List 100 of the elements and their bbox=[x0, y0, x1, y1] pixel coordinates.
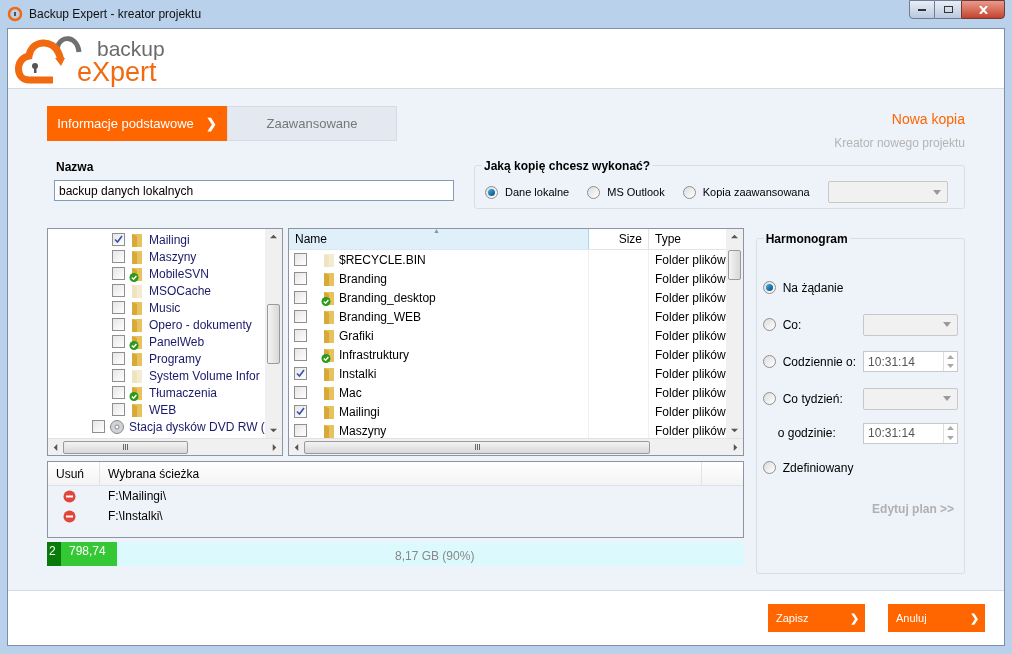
checkbox[interactable] bbox=[294, 424, 307, 437]
tree-item[interactable]: Music bbox=[149, 298, 181, 317]
scroll-left-arrow-icon[interactable] bbox=[293, 443, 300, 451]
checkbox[interactable] bbox=[112, 233, 125, 246]
tree-item[interactable]: Stacja dysków DVD RW ( bbox=[129, 417, 265, 436]
file-name[interactable]: Mac bbox=[339, 383, 362, 402]
caret-icon bbox=[943, 396, 952, 401]
checkbox[interactable] bbox=[112, 318, 125, 331]
checkbox[interactable] bbox=[294, 405, 307, 418]
tree-item[interactable]: Tłumaczenia bbox=[149, 383, 218, 402]
checkbox[interactable] bbox=[112, 352, 125, 365]
path-cell-text: F:\Instalki\ bbox=[107, 508, 163, 525]
scroll-left-arrow-icon[interactable] bbox=[52, 443, 59, 451]
tree-item[interactable]: Mailingi bbox=[149, 230, 190, 249]
file-type: Folder plików bbox=[654, 365, 726, 383]
file-name[interactable]: $RECYCLE.BIN bbox=[339, 250, 426, 269]
tree-item[interactable]: MSOCache bbox=[149, 281, 212, 300]
column-header[interactable]: Wybrana ścieżka bbox=[100, 462, 702, 485]
scroll-up-arrow-icon[interactable] bbox=[270, 233, 277, 240]
scrollbar-thumb[interactable] bbox=[63, 440, 188, 454]
radio-button[interactable] bbox=[682, 185, 696, 199]
maximize-button[interactable] bbox=[935, 0, 961, 19]
radio-label[interactable]: Codziennie o: bbox=[782, 352, 857, 371]
file-name[interactable]: Mailingi bbox=[339, 402, 380, 421]
file-name[interactable]: Grafiki bbox=[339, 326, 374, 345]
checkbox[interactable] bbox=[294, 272, 307, 285]
checkbox[interactable] bbox=[294, 386, 307, 399]
checkbox[interactable] bbox=[294, 367, 307, 380]
file-name[interactable]: Branding_WEB bbox=[339, 307, 422, 326]
checkbox[interactable] bbox=[112, 335, 125, 348]
time-field[interactable]: 10:31:14 bbox=[863, 422, 959, 444]
spin-down-icon[interactable] bbox=[947, 364, 955, 369]
column-header[interactable]: Type bbox=[649, 229, 726, 249]
name-field[interactable]: backup danych lokalnych bbox=[54, 180, 454, 201]
radio-button[interactable] bbox=[762, 281, 776, 294]
radio-label[interactable]: Co tydzień: bbox=[782, 389, 843, 408]
tree-item[interactable]: PanelWeb bbox=[149, 332, 205, 351]
tab[interactable]: Zaawansowane bbox=[227, 106, 397, 141]
tree-item[interactable]: WEB bbox=[149, 400, 177, 419]
radio-button[interactable] bbox=[762, 392, 776, 405]
scrollbar-thumb[interactable] bbox=[304, 440, 650, 454]
used-size: 798,74 bbox=[68, 543, 106, 560]
checkbox[interactable] bbox=[294, 348, 307, 361]
radio-label[interactable]: MS Outlook bbox=[607, 183, 665, 201]
radio-label[interactable]: Co: bbox=[782, 315, 802, 334]
radio-button[interactable] bbox=[587, 185, 601, 199]
scroll-down-arrow-icon[interactable] bbox=[270, 427, 277, 434]
column-header[interactable]: Size bbox=[589, 229, 649, 249]
remove-icon[interactable] bbox=[62, 509, 76, 523]
radio-label[interactable]: Dane lokalne bbox=[505, 183, 570, 201]
checkbox[interactable] bbox=[112, 250, 125, 263]
radio-button[interactable] bbox=[762, 355, 776, 368]
checkbox[interactable] bbox=[294, 291, 307, 304]
scroll-right-arrow-icon[interactable] bbox=[731, 443, 739, 451]
radio-button[interactable] bbox=[485, 185, 498, 199]
file-name[interactable]: Infrastruktury bbox=[339, 345, 410, 364]
checkbox[interactable] bbox=[112, 284, 125, 297]
column-header[interactable]: Usuń bbox=[48, 462, 100, 485]
time-field[interactable]: 10:31:14 bbox=[863, 351, 959, 372]
checkbox[interactable] bbox=[294, 310, 307, 323]
file-type: Folder plików bbox=[654, 403, 726, 421]
radio-button[interactable] bbox=[762, 318, 776, 331]
file-type: Folder plików bbox=[654, 308, 726, 326]
checkbox[interactable] bbox=[112, 386, 125, 399]
radio-label[interactable]: Zdefiniowany bbox=[782, 458, 854, 477]
checkbox[interactable] bbox=[294, 253, 307, 266]
checkbox[interactable] bbox=[112, 301, 125, 314]
scrollbar-thumb[interactable] bbox=[727, 250, 741, 280]
checkbox[interactable] bbox=[112, 267, 125, 280]
scroll-right-arrow-icon[interactable] bbox=[271, 443, 278, 451]
checkbox[interactable] bbox=[294, 329, 307, 342]
tree-item[interactable]: Maszyny bbox=[149, 247, 197, 266]
checkbox[interactable] bbox=[112, 403, 125, 416]
scroll-up-arrow-icon[interactable] bbox=[730, 233, 738, 240]
close-icon bbox=[978, 5, 988, 14]
page-subtitle: Kreator nowego projektu bbox=[834, 135, 965, 152]
file-name[interactable]: Branding bbox=[339, 269, 388, 288]
tree-item[interactable]: MobileSVN bbox=[149, 264, 210, 283]
tree-item[interactable]: System Volume Infor bbox=[149, 366, 260, 385]
caret-icon bbox=[943, 322, 952, 327]
file-name[interactable]: Instalki bbox=[339, 364, 377, 383]
path-cell-text: F:\Mailingi\ bbox=[107, 488, 166, 505]
spin-down-icon[interactable] bbox=[947, 435, 955, 440]
close-button[interactable] bbox=[961, 0, 1005, 19]
spin-up-icon[interactable] bbox=[947, 354, 955, 359]
scrollbar-thumb[interactable] bbox=[267, 303, 280, 364]
spin-up-icon[interactable] bbox=[947, 426, 955, 431]
tree-item[interactable]: Opero - dokumenty bbox=[149, 315, 252, 334]
radio-label[interactable]: Na żądanie bbox=[782, 278, 844, 297]
file-name[interactable]: Branding_desktop bbox=[339, 288, 436, 307]
tree-item[interactable]: Programy bbox=[149, 349, 201, 368]
file-type: Folder plików bbox=[654, 327, 726, 345]
minimize-button[interactable] bbox=[909, 0, 935, 19]
file-name[interactable]: Maszyny bbox=[339, 421, 387, 438]
scroll-down-arrow-icon[interactable] bbox=[730, 427, 738, 434]
checkbox[interactable] bbox=[112, 369, 125, 382]
radio-button[interactable] bbox=[762, 461, 776, 474]
remove-icon[interactable] bbox=[62, 489, 76, 503]
radio-label[interactable]: Kopia zaawansowana bbox=[702, 183, 810, 201]
checkbox[interactable] bbox=[92, 420, 105, 433]
